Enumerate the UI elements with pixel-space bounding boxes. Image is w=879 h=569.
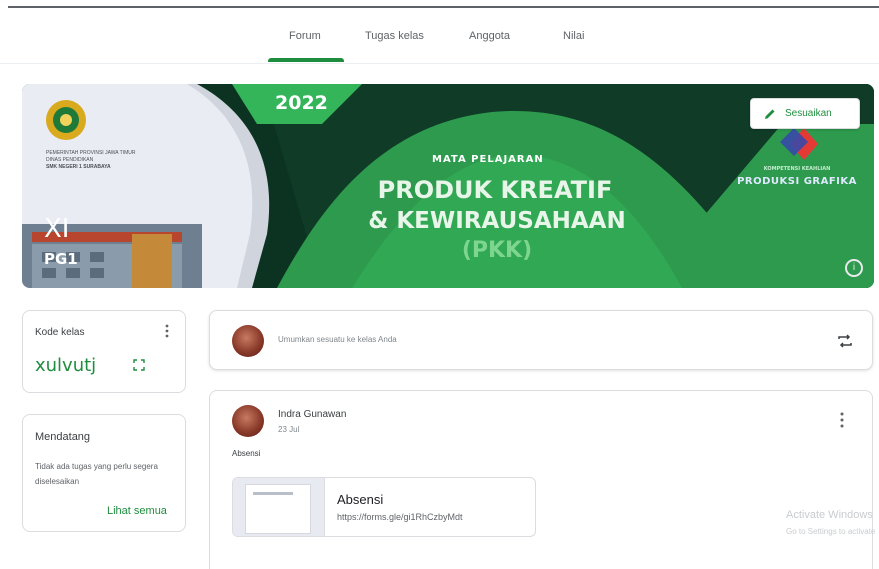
class-code-label: Kode kelas <box>35 327 85 338</box>
attachment-url: https://forms.gle/gi1RhCzbyMdt <box>337 512 463 522</box>
info-icon[interactable]: i <box>845 259 863 277</box>
announce-box[interactable]: Umumkan sesuatu ke kelas Anda <box>209 310 873 370</box>
class-code-card: Kode kelas xulvutj <box>22 310 186 393</box>
activation-watermark-title: Activate Windows <box>786 509 873 521</box>
activation-watermark-subtitle: Go to Settings to activate <box>786 527 876 536</box>
banner-title-line1: PRODUK KREATIF <box>377 176 613 204</box>
banner-class-name: XI <box>44 214 70 244</box>
announce-placeholder[interactable]: Umumkan sesuatu ke kelas Anda <box>278 335 397 344</box>
avatar <box>232 325 264 357</box>
banner-title-line3: (PKK) <box>461 238 533 263</box>
attachment-title: Absensi <box>337 492 384 507</box>
announcement-text: Absensi <box>232 449 261 458</box>
tab-people[interactable]: Anggota <box>469 30 510 42</box>
upcoming-card: Mendatang Tidak ada tugas yang perlu seg… <box>22 414 186 532</box>
avatar <box>232 405 264 437</box>
tab-forum[interactable]: Forum <box>289 30 321 42</box>
announcement-card: Indra Gunawan 23 Jul Absensi Absensi htt… <box>209 390 873 569</box>
announcement-date: 23 Jul <box>278 425 300 434</box>
repost-icon[interactable] <box>836 332 854 350</box>
more-vert-icon[interactable] <box>836 411 848 429</box>
more-vert-icon[interactable] <box>161 323 173 339</box>
upcoming-text: Tidak ada tugas yang perlu segera disele… <box>35 462 158 486</box>
announcement-author: Indra Gunawan <box>278 409 347 420</box>
class-banner: 2022 MATA PELAJARAN PRODUK KREATIF & KEW… <box>22 84 874 288</box>
school-line: PEMERINTAH PROVINSI JAWA TIMUR <box>46 150 136 156</box>
banner-subject-label: MATA PELAJARAN <box>432 154 544 165</box>
tab-grades[interactable]: Nilai <box>563 30 584 42</box>
attachment-thumbnail <box>233 478 325 536</box>
pencil-icon <box>765 109 775 119</box>
banner-department: PRODUKSI GRAFIKA <box>737 176 857 187</box>
active-tab-indicator <box>268 58 344 62</box>
view-all-link[interactable]: Lihat semua <box>107 505 167 517</box>
banner-class-group: PG1 <box>44 250 78 268</box>
tab-classwork[interactable]: Tugas kelas <box>365 30 424 42</box>
tab-bar: Forum Tugas kelas Anggota Nilai <box>0 8 879 64</box>
banner-school-info: PEMERINTAH PROVINSI JAWA TIMUR DINAS PEN… <box>46 150 176 171</box>
upcoming-title: Mendatang <box>35 431 91 443</box>
form-preview-bar <box>253 492 293 495</box>
attachment-link[interactable]: Absensi https://forms.gle/gi1RhCzbyMdt <box>232 477 536 537</box>
banner-department-label: KOMPETENSI KEAHLIAN <box>763 166 831 172</box>
class-code-value: xulvutj <box>35 355 97 376</box>
banner-year: 2022 <box>275 92 328 114</box>
customize-button[interactable]: Sesuaikan <box>750 98 860 129</box>
banner-title-line2: & KEWIRAUSAHAAN <box>368 208 626 234</box>
customize-label: Sesuaikan <box>785 108 832 119</box>
school-line: SMK NEGERI 1 SURABAYA <box>46 164 111 170</box>
school-line: DINAS PENDIDIKAN <box>46 157 94 163</box>
fullscreen-icon[interactable] <box>133 359 145 371</box>
